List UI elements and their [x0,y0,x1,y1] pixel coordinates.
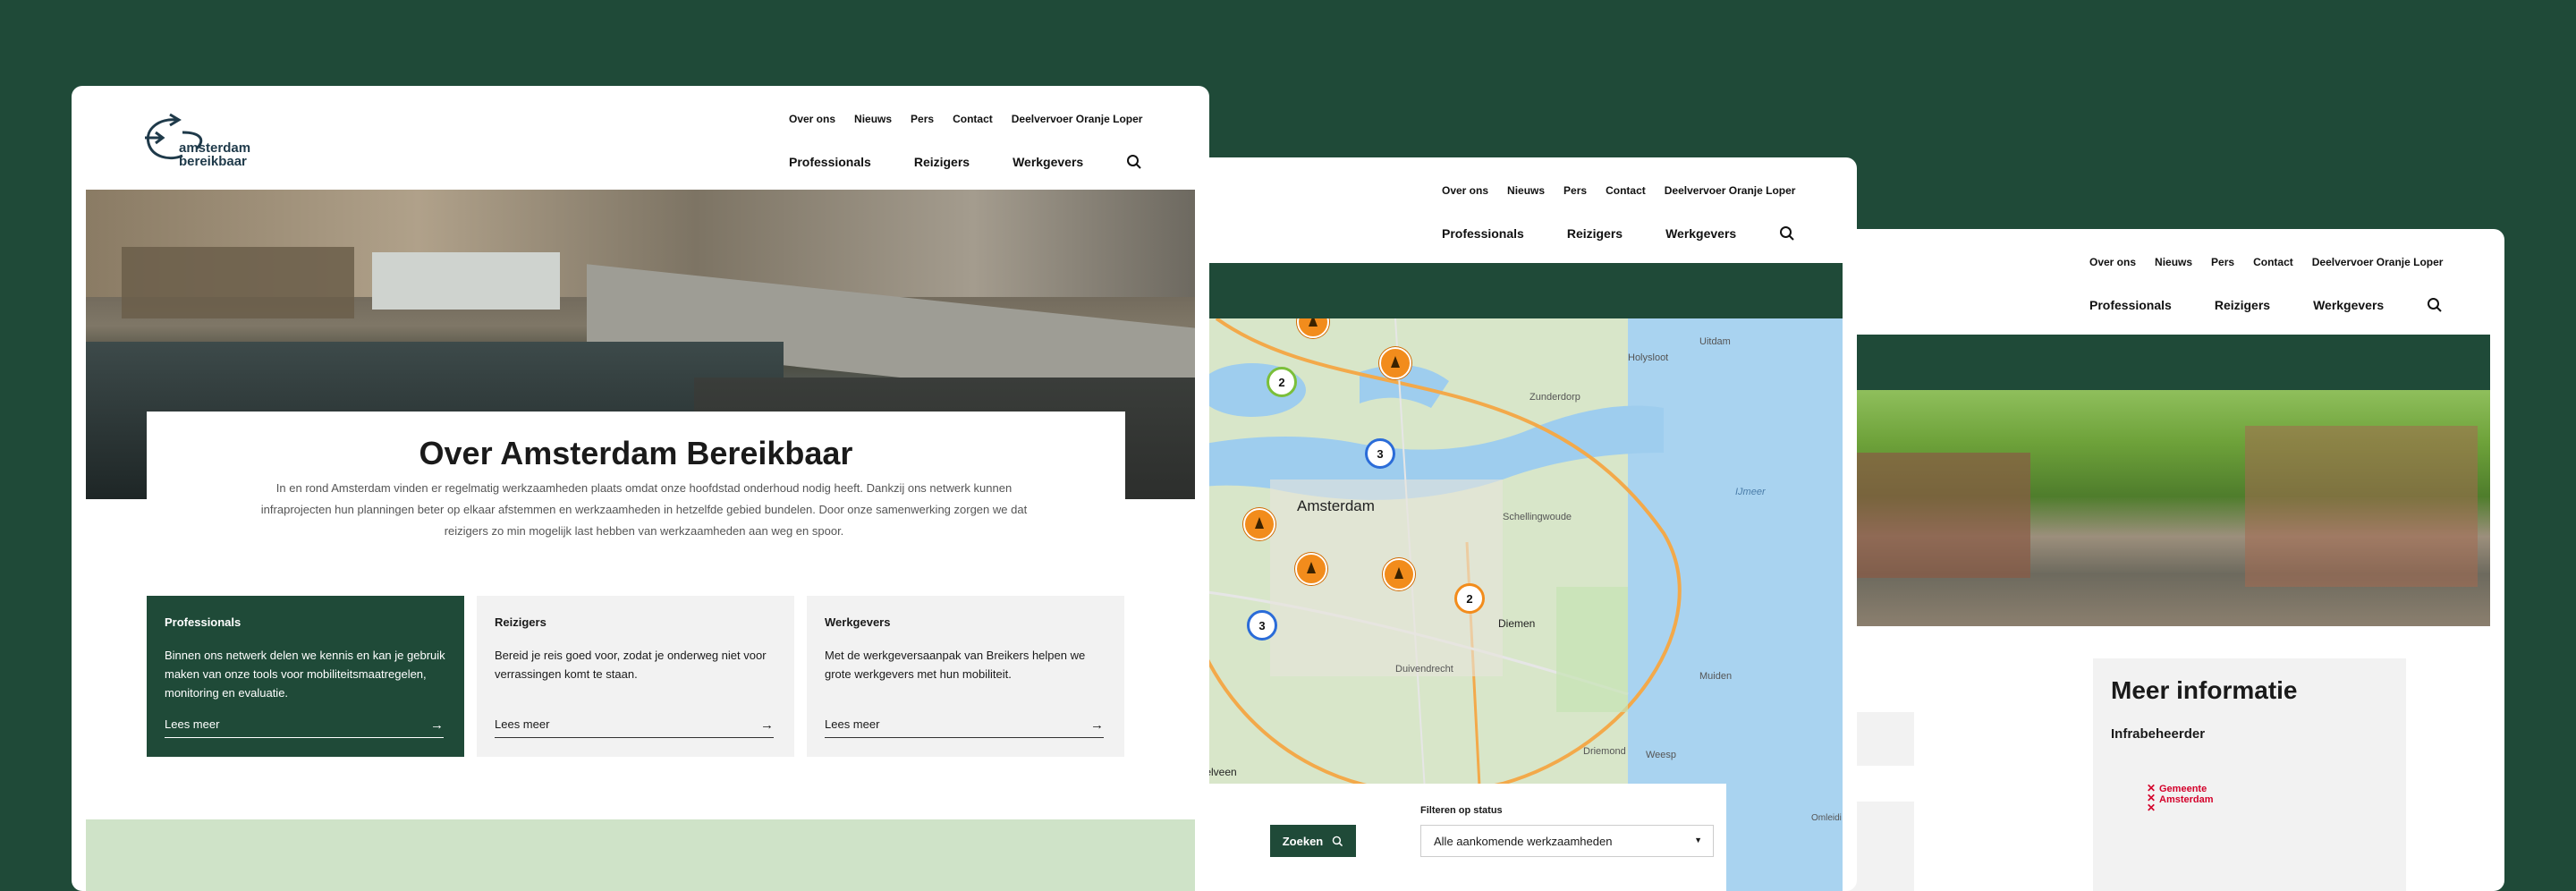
link-nieuws[interactable]: Nieuws [1507,184,1545,197]
main-nav: Professionals Reizigers Werkgevers [1442,225,1795,242]
map-label-holysloot: Holysloot [1628,352,1669,363]
link-nieuws[interactable]: Nieuws [2155,256,2192,268]
cluster-marker[interactable]: 3 [1247,610,1277,641]
nav-reizigers[interactable]: Reizigers [1567,226,1623,241]
street-photo [1834,390,2490,626]
map-label-uitdam: Uitdam [1699,336,1731,347]
main-nav: Professionals Reizigers Werkgevers [2089,297,2443,313]
link-deelvervoer[interactable]: Deelvervoer Oranje Loper [1665,184,1796,197]
link-contact[interactable]: Contact [953,113,993,125]
arrow-right-icon: → [1090,717,1104,733]
werkzaamheden-pin[interactable] [1379,347,1411,379]
tile-professionals[interactable]: Professionals Binnen ons netwerk delen w… [147,596,464,757]
map-label-ijmeer: IJmeer [1735,487,1766,497]
cluster-marker[interactable]: 3 [1365,438,1395,469]
link-deelvervoer[interactable]: Deelvervoer Oranje Loper [2312,256,2444,268]
map-attribution: Omleidi [1811,813,1842,823]
amsterdam-bereikbaar-logo[interactable]: amsterdam bereikbaar [143,113,250,170]
nav-werkgevers[interactable]: Werkgevers [1665,226,1736,241]
tile-text: Binnen ons netwerk delen we kennis en ka… [165,649,445,700]
link-pers[interactable]: Pers [1563,184,1587,197]
nav-professionals[interactable]: Professionals [789,155,871,169]
lees-meer-link[interactable]: Lees meer → [825,717,1104,738]
search-icon[interactable] [1779,225,1795,242]
link-pers[interactable]: Pers [2211,256,2234,268]
map-label-driemond: Driemond [1583,746,1626,757]
link-nieuws[interactable]: Nieuws [854,113,892,125]
tile-reizigers[interactable]: Reizigers Bereid je reis goed voor, zoda… [477,596,794,757]
status-select[interactable]: Alle aankomende werkzaamheden ▼ [1420,825,1714,857]
link-over-ons[interactable]: Over ons [1442,184,1488,197]
tile-title: Reizigers [495,615,547,629]
window-project-detail: Over ons Nieuws Pers Contact Deelvervoer… [1834,229,2504,891]
arrow-right-icon: → [760,717,774,733]
filter-label: Filteren op status [1420,805,1503,816]
chevron-down-icon: ▼ [1694,836,1702,844]
map-label-zunderdorp: Zunderdorp [1530,392,1580,403]
tile-text: Met de werkgeversaanpak van Breikers hel… [825,649,1086,681]
zoeken-button[interactable]: Zoeken [1270,825,1356,857]
lees-meer-link[interactable]: Lees meer → [165,717,444,738]
header-band [1163,263,1843,318]
cluster-marker[interactable]: 2 [1454,583,1485,614]
main-nav: Professionals Reizigers Werkgevers [789,154,1142,170]
meer-informatie-panel: Meer informatie Infrabeheerder ✕ ✕ ✕ Gemee… [2093,658,2406,891]
top-links: Over ons Nieuws Pers Contact Deelvervoer… [789,113,1161,125]
page-title: Over Amsterdam Bereikbaar [419,435,853,471]
nav-reizigers[interactable]: Reizigers [2215,298,2270,312]
infrabeheerder-label: Infrabeheerder [2111,726,2206,742]
tile-title: Werkgevers [825,615,891,629]
link-contact[interactable]: Contact [1606,184,1646,197]
map-label-amsterdam: Amsterdam [1297,497,1375,514]
werkzaamheden-pin[interactable] [1243,508,1275,540]
top-links: Over ons Nieuws Pers Contact Deelvervoer… [1442,184,1814,197]
map-label-duivendrecht: Duivendrecht [1395,664,1453,675]
link-over-ons[interactable]: Over ons [789,113,835,125]
intro-text: In en rond Amsterdam vinden er regelmati… [260,481,1028,538]
xxx-icon: ✕ ✕ ✕ [2147,782,2157,814]
cluster-marker[interactable]: 2 [1267,367,1297,397]
link-over-ons[interactable]: Over ons [2089,256,2136,268]
nav-professionals[interactable]: Professionals [2089,298,2172,312]
arrow-right-icon: → [430,717,444,733]
nav-werkgevers[interactable]: Werkgevers [2313,298,2384,312]
tile-title: Professionals [165,615,242,629]
map-preview[interactable] [86,819,1195,891]
werkzaamheden-pin[interactable] [1295,553,1327,585]
header-band [1834,335,2490,390]
search-icon [1332,836,1343,846]
gemeente-amsterdam-logo: ✕ ✕ ✕ Gemeente Amsterdam [2147,782,2214,814]
nav-professionals[interactable]: Professionals [1442,226,1524,241]
top-links: Over ons Nieuws Pers Contact Deelvervoer… [2089,256,2462,268]
map-label-muiden: Muiden [1699,671,1733,682]
tile-werkgevers[interactable]: Werkgevers Met de werkgeversaanpak van B… [807,596,1124,757]
nav-werkgevers[interactable]: Werkgevers [1013,155,1083,169]
werkzaamheden-pin[interactable] [1383,558,1415,590]
window-werkzaamheden-map: Over ons Nieuws Pers Contact Deelvervoer… [1163,157,1857,891]
window-over-ons: amsterdam bereikbaar Over ons Nieuws Pers… [72,86,1209,891]
link-pers[interactable]: Pers [911,113,934,125]
map-label-weesp: Weesp [1646,750,1677,760]
search-icon[interactable] [1126,154,1142,170]
link-deelvervoer[interactable]: Deelvervoer Oranje Loper [1012,113,1143,125]
map-label-diemen: Diemen [1498,617,1536,630]
tile-text: Bereid je reis goed voor, zodat je onder… [495,649,767,681]
meer-informatie-title: Meer informatie [2111,676,2298,704]
nav-reizigers[interactable]: Reizigers [914,155,970,169]
search-icon[interactable] [2427,297,2443,313]
link-contact[interactable]: Contact [2253,256,2293,268]
map-label-schellingwoude: Schellingwoude [1503,512,1572,522]
lees-meer-link[interactable]: Lees meer → [495,717,774,738]
